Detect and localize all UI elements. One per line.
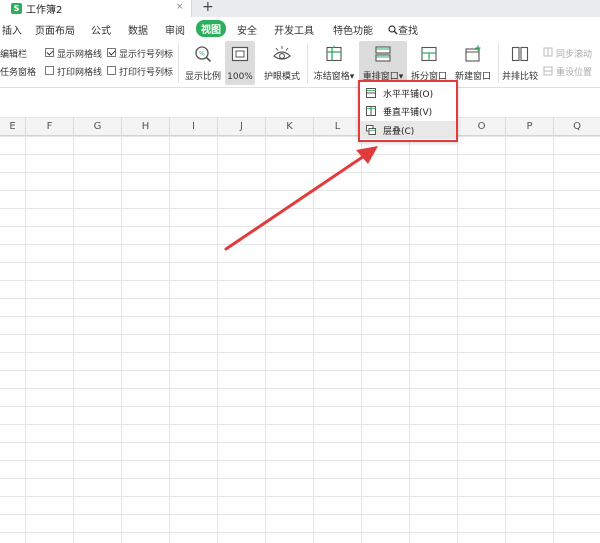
zoom-100-label: 100% bbox=[227, 72, 253, 82]
column-headers: E F G H I J K L M N O P Q bbox=[0, 118, 600, 136]
ribbon-separator bbox=[498, 43, 499, 83]
cascade-label: 层叠(C) bbox=[383, 126, 415, 137]
eye-protection-button[interactable]: 护眼模式 bbox=[260, 41, 304, 85]
menu-item-cascade[interactable]: 层叠(C) bbox=[360, 121, 456, 139]
menu-item-developer[interactable]: 开发工具 bbox=[274, 22, 314, 37]
freeze-panes-button[interactable]: 冻结窗格▾ bbox=[311, 41, 357, 85]
menu-bar: 插入 页面布局 公式 数据 审阅 视图 安全 开发工具 特色功能 查找 bbox=[0, 17, 600, 39]
menu-item-horizontal-tile[interactable]: 水平平铺(O) bbox=[360, 84, 456, 102]
sync-scroll-button[interactable]: 同步滚动 bbox=[556, 47, 592, 60]
ribbon-separator bbox=[307, 43, 308, 83]
show-headings-label: 显示行号列标 bbox=[119, 50, 174, 60]
show-headings-checkbox[interactable] bbox=[107, 48, 116, 57]
column-header[interactable]: K bbox=[266, 118, 314, 136]
rearrange-windows-button[interactable]: 重排窗口▾ bbox=[359, 41, 407, 85]
search-label: 查找 bbox=[398, 26, 418, 37]
menu-item-page-layout[interactable]: 页面布局 bbox=[35, 22, 75, 37]
formula-bar-toggle[interactable]: 编辑栏 bbox=[0, 47, 27, 60]
menu-item-formula[interactable]: 公式 bbox=[91, 22, 111, 37]
zoom-icon: % bbox=[195, 46, 212, 63]
menu-item-vertical-tile[interactable]: 垂直平铺(V) bbox=[360, 102, 456, 120]
grid-line bbox=[409, 136, 410, 543]
close-tab-icon[interactable]: × bbox=[176, 2, 184, 12]
column-header[interactable]: H bbox=[122, 118, 170, 136]
compare-side-by-side-icon bbox=[511, 46, 529, 62]
column-header[interactable]: O bbox=[458, 118, 506, 136]
menu-search[interactable]: 查找 bbox=[388, 22, 418, 37]
cascade-icon bbox=[366, 125, 376, 135]
menu-item-view[interactable]: 视图 bbox=[196, 20, 226, 37]
grid-line bbox=[121, 136, 122, 543]
view-ribbon: 编辑栏 任务窗格 显示网格线 显示行号列标 打印网格线 打印行号列标 % 显示比… bbox=[0, 39, 600, 88]
zoom-100-button[interactable]: 100% bbox=[225, 41, 255, 85]
grid-line bbox=[553, 136, 554, 543]
grid-line bbox=[457, 136, 458, 543]
search-icon bbox=[388, 25, 398, 35]
zoom-100-icon bbox=[231, 46, 249, 62]
reset-position-button[interactable]: 重设位置 bbox=[556, 65, 592, 78]
rearrange-windows-menu: 水平平铺(O) 垂直平铺(V) 层叠(C) bbox=[358, 80, 458, 142]
grid-line bbox=[361, 136, 362, 543]
grid-line bbox=[73, 136, 74, 543]
column-header[interactable]: G bbox=[74, 118, 122, 136]
reset-position-icon bbox=[543, 66, 553, 76]
task-pane-toggle[interactable]: 任务窗格 bbox=[0, 65, 36, 78]
print-headings-label: 打印行号列标 bbox=[119, 68, 174, 78]
column-header[interactable]: Q bbox=[554, 118, 600, 136]
cell-grid[interactable] bbox=[0, 136, 600, 543]
column-header[interactable]: I bbox=[170, 118, 218, 136]
grid-line bbox=[505, 136, 506, 543]
grid-line bbox=[313, 136, 314, 543]
zoom-label: 显示比例 bbox=[184, 72, 221, 82]
split-window-icon bbox=[421, 46, 437, 62]
rearrange-windows-icon bbox=[375, 46, 391, 62]
spreadsheet-app: S 工作簿2 × + 插入 页面布局 公式 数据 审阅 视图 安全 开发工具 特… bbox=[0, 0, 600, 543]
split-window-button[interactable]: 拆分窗口 bbox=[409, 41, 449, 85]
eye-protection-label: 护眼模式 bbox=[263, 72, 300, 82]
show-gridlines-checkbox[interactable] bbox=[45, 48, 54, 57]
column-header[interactable]: F bbox=[26, 118, 74, 136]
grid-line bbox=[169, 136, 170, 543]
compare-side-by-side-button[interactable]: 并排比较 bbox=[500, 41, 540, 85]
print-headings-checkbox[interactable] bbox=[107, 66, 116, 75]
spreadsheet-app-icon: S bbox=[11, 3, 22, 14]
column-header[interactable]: E bbox=[0, 118, 26, 136]
print-gridlines-label: 打印网格线 bbox=[57, 68, 103, 78]
document-title: 工作簿2 bbox=[26, 5, 63, 16]
menu-item-data[interactable]: 数据 bbox=[128, 22, 148, 37]
horizontal-tile-label: 水平平铺(O) bbox=[383, 89, 434, 100]
new-window-icon bbox=[465, 45, 481, 62]
zoom-button[interactable]: % 显示比例 bbox=[183, 41, 223, 85]
column-header[interactable]: L bbox=[314, 118, 362, 136]
new-tab-button[interactable]: + bbox=[202, 0, 214, 15]
grid-line bbox=[217, 136, 218, 543]
ribbon-separator bbox=[178, 43, 179, 83]
vertical-tile-icon bbox=[366, 106, 376, 116]
svg-text:%: % bbox=[199, 51, 205, 58]
menu-item-security[interactable]: 安全 bbox=[237, 22, 257, 37]
compare-side-by-side-label: 并排比较 bbox=[501, 72, 538, 82]
menu-item-special-features[interactable]: 特色功能 bbox=[333, 22, 373, 37]
title-bar: S 工作簿2 × + bbox=[0, 0, 600, 17]
new-window-button[interactable]: 新建窗口 bbox=[451, 41, 495, 85]
grid-line bbox=[25, 136, 26, 543]
horizontal-tile-icon bbox=[366, 88, 376, 98]
formula-bar[interactable] bbox=[0, 88, 600, 118]
menu-item-insert[interactable]: 插入 bbox=[2, 22, 22, 37]
grid-line bbox=[265, 136, 266, 543]
document-tab[interactable]: S 工作簿2 × bbox=[0, 0, 192, 17]
freeze-dropdown-icon: ▾ bbox=[349, 72, 355, 82]
column-header[interactable]: P bbox=[506, 118, 554, 136]
vertical-tile-label: 垂直平铺(V) bbox=[383, 107, 433, 118]
print-gridlines-checkbox[interactable] bbox=[45, 66, 54, 75]
freeze-panes-icon bbox=[326, 45, 342, 62]
sync-scroll-icon bbox=[543, 47, 553, 57]
menu-item-review[interactable]: 审阅 bbox=[165, 22, 185, 37]
show-gridlines-label: 显示网格线 bbox=[57, 50, 103, 60]
column-header[interactable]: J bbox=[218, 118, 266, 136]
eye-icon bbox=[273, 46, 291, 60]
freeze-panes-label: 冻结窗格▾ bbox=[313, 72, 355, 82]
